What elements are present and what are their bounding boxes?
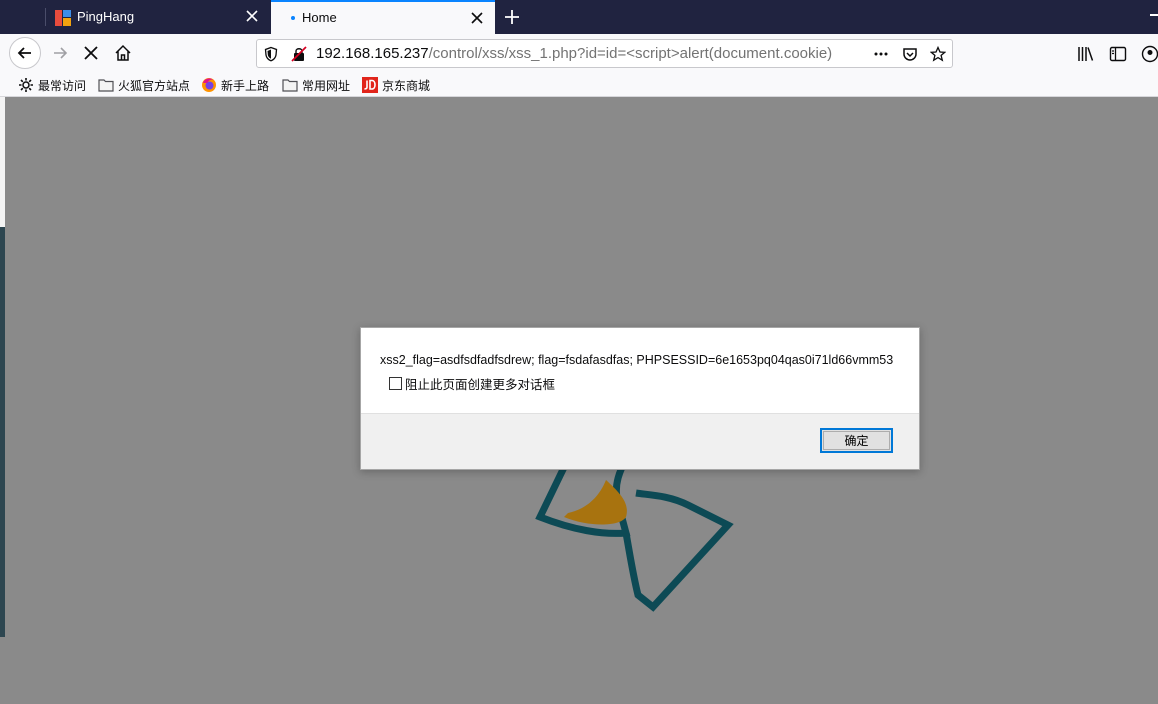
window-minimize-icon[interactable] xyxy=(1150,14,1158,16)
bookmark-jd-mall[interactable]: 京东商城 xyxy=(362,76,430,94)
bookmark-label: 京东商城 xyxy=(382,78,431,93)
bookmarks-toolbar: 最常访问 火狐官方站点 新手上路 常用网址 京东商城 xyxy=(0,72,1158,97)
alert-dialog: xss2_flag=asdfsdfadfsdrew; flag=fsdafasd… xyxy=(360,327,920,470)
back-button[interactable] xyxy=(9,37,41,69)
close-tab-icon[interactable] xyxy=(244,8,260,24)
account-icon[interactable] xyxy=(1141,45,1158,63)
home-icon xyxy=(115,44,131,61)
left-edge-strip xyxy=(0,97,5,227)
library-icon[interactable] xyxy=(1077,45,1095,63)
url-text[interactable]: 192.168.165.237/control/xss/xss_1.php?id… xyxy=(316,45,834,63)
tab-home[interactable]: Home xyxy=(271,0,495,34)
pocket-icon[interactable] xyxy=(902,46,918,62)
pinghang-favicon-icon xyxy=(55,10,71,26)
bookmark-star-icon[interactable] xyxy=(930,46,946,62)
tab-title: Home xyxy=(302,10,337,25)
jd-icon xyxy=(362,77,378,93)
new-tab-plus-icon[interactable] xyxy=(500,6,524,28)
page-actions-icon[interactable] xyxy=(873,46,889,62)
forward-arrow-icon xyxy=(54,47,68,59)
prevent-dialogs-label[interactable]: 阻止此页面创建更多对话框 xyxy=(405,374,555,393)
bookmark-common-sites[interactable]: 常用网址 xyxy=(282,76,350,94)
bookmark-label: 最常访问 xyxy=(38,78,87,93)
loading-indicator-icon xyxy=(291,16,295,20)
stop-x-icon xyxy=(84,46,98,60)
firefox-icon xyxy=(202,78,216,92)
dialog-body: xss2_flag=asdfsdfadfsdrew; flag=fsdafasd… xyxy=(361,328,919,413)
back-arrow-icon xyxy=(17,47,31,59)
url-host: 192.168.165.237 xyxy=(316,45,429,62)
sidebar-icon[interactable] xyxy=(1109,45,1127,63)
bookmark-label: 新手上路 xyxy=(221,78,270,93)
folder-icon xyxy=(282,79,298,92)
home-button[interactable] xyxy=(108,38,138,68)
ok-button-focus-ring xyxy=(823,431,890,450)
insecure-lock-icon[interactable] xyxy=(291,46,307,62)
bookmark-firefox-official[interactable]: 火狐官方站点 xyxy=(98,76,190,94)
gear-icon xyxy=(19,78,33,92)
bookmark-label: 火狐官方站点 xyxy=(118,78,191,93)
stop-button[interactable] xyxy=(76,38,106,68)
bookmark-most-visited[interactable]: 最常访问 xyxy=(18,76,86,94)
left-edge-strip-dark xyxy=(0,227,5,637)
prevent-dialogs-checkbox-row[interactable]: 阻止此页面创建更多对话框 xyxy=(389,374,555,393)
tab-strip: PingHang Home xyxy=(0,0,1158,34)
folder-icon xyxy=(98,79,114,92)
url-bar[interactable]: 192.168.165.237/control/xss/xss_1.php?id… xyxy=(256,39,953,68)
dialog-message: xss2_flag=asdfsdfadfsdrew; flag=fsdafasd… xyxy=(380,353,894,367)
bookmark-label: 常用网址 xyxy=(302,78,351,93)
navigation-toolbar: 192.168.165.237/control/xss/xss_1.php?id… xyxy=(0,34,1158,72)
prevent-dialogs-checkbox[interactable] xyxy=(389,377,402,390)
hourglass-logo-icon xyxy=(535,455,734,612)
tab-title: PingHang xyxy=(77,9,135,24)
url-path: /control/xss/xss_1.php?id=id=<script>ale… xyxy=(428,45,833,62)
tracking-shield-icon[interactable] xyxy=(263,46,279,62)
close-tab-icon[interactable] xyxy=(469,10,485,26)
tab-pinghang[interactable]: PingHang xyxy=(45,0,270,34)
forward-button[interactable] xyxy=(45,38,75,68)
bookmark-getting-started[interactable]: 新手上路 xyxy=(201,76,269,94)
dialog-footer: 确定 xyxy=(361,413,919,469)
ok-button[interactable]: 确定 xyxy=(820,428,893,453)
